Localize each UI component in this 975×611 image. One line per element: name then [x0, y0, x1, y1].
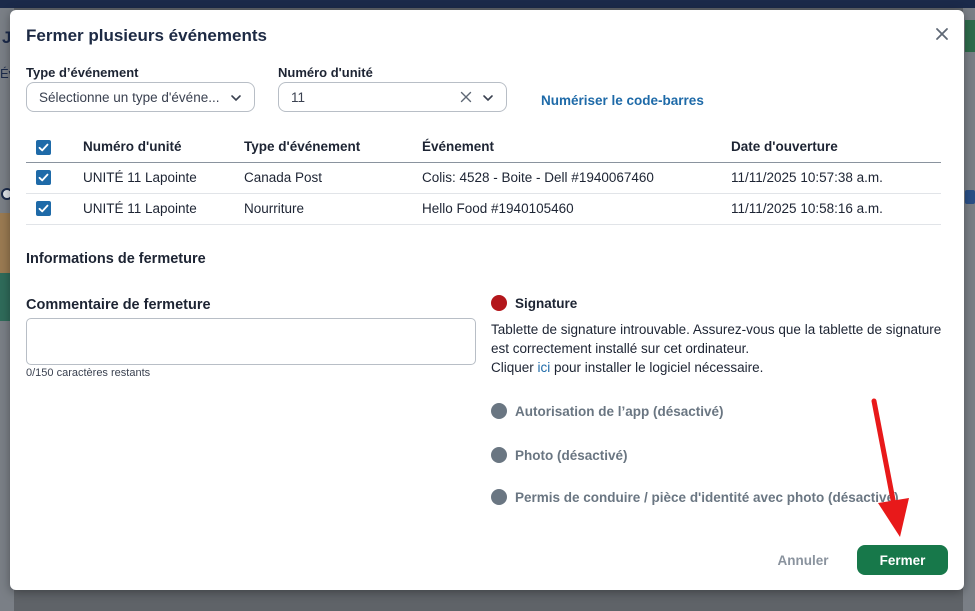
close-events-button[interactable]: Fermer [857, 545, 948, 575]
app-authorization-option: Autorisation de l’app (désactivé) [491, 403, 724, 419]
row-select-cell [26, 193, 83, 225]
signature-message: Tablette de signature introuvable. Assur… [491, 320, 951, 377]
column-header-type[interactable]: Type d'événement [244, 132, 422, 163]
cell-date: 11/11/2025 10:58:16 a.m. [731, 193, 941, 225]
cell-type: Canada Post [244, 162, 422, 194]
chevron-down-icon [483, 95, 493, 102]
unit-number-select[interactable]: 11 [278, 82, 507, 112]
signature-option-label: Signature [515, 295, 578, 311]
table-row[interactable]: UNITÉ 11 Lapointe Canada Post Colis: 452… [26, 162, 941, 194]
cell-event: Colis: 4528 - Boite - Dell #1940067460 [422, 162, 731, 194]
table-row[interactable]: UNITÉ 11 Lapointe Nourriture Hello Food … [26, 193, 941, 225]
table-header-row: Numéro d'unité Type d'événement Événemen… [26, 132, 941, 163]
column-header-date[interactable]: Date d'ouverture [731, 132, 941, 163]
cell-type: Nourriture [244, 193, 422, 225]
close-icon [936, 28, 948, 40]
closing-comment-input[interactable] [26, 318, 476, 365]
signature-status-dot [491, 295, 507, 311]
background-right-panel [963, 8, 975, 611]
photo-option: Photo (désactivé) [491, 447, 628, 463]
id-photo-option: Permis de conduire / pièce d'identité av… [491, 489, 899, 505]
background-select-fragment [965, 190, 975, 204]
checkbox-checked-icon [38, 174, 49, 182]
clear-icon[interactable] [460, 91, 472, 103]
signature-option[interactable]: Signature [491, 295, 577, 311]
dialog-close-button[interactable] [932, 24, 952, 44]
checkbox-checked-icon [38, 143, 49, 152]
event-type-select[interactable]: Sélectionne un type d'événe... [26, 82, 255, 112]
photo-dot [491, 447, 507, 463]
checkbox-checked-icon [38, 205, 49, 213]
id-photo-dot [491, 489, 507, 505]
column-header-event[interactable]: Événement [422, 132, 731, 163]
signature-install-prefix: Cliquer [491, 360, 538, 375]
signature-error-text: Tablette de signature introuvable. Assur… [491, 322, 942, 356]
select-all-checkbox[interactable] [36, 139, 51, 155]
id-photo-label: Permis de conduire / pièce d'identité av… [515, 489, 899, 505]
cancel-button[interactable]: Annuler [763, 545, 843, 575]
row-select-cell [26, 162, 83, 194]
closing-info-title: Informations de fermeture [26, 251, 206, 267]
row-checkbox[interactable] [36, 170, 51, 186]
select-all-cell [26, 132, 83, 163]
photo-label: Photo (désactivé) [515, 447, 628, 463]
row-checkbox[interactable] [36, 201, 51, 217]
events-table: Numéro d'unité Type d'événement Événemen… [26, 132, 941, 225]
app-authorization-dot [491, 403, 507, 419]
closing-comment-label: Commentaire de fermeture [26, 297, 211, 313]
background-top-bar [0, 0, 975, 8]
chevron-down-icon [231, 95, 241, 102]
scan-barcode-link[interactable]: Numériser le code-barres [541, 93, 704, 108]
app-authorization-label: Autorisation de l’app (désactivé) [515, 403, 724, 419]
event-type-label: Type d’événement [26, 65, 139, 80]
event-type-value: Sélectionne un type d'événe... [39, 89, 220, 105]
cell-event: Hello Food #1940105460 [422, 193, 731, 225]
install-software-link[interactable]: ici [538, 360, 551, 375]
column-header-unit[interactable]: Numéro d'unité [83, 132, 244, 163]
unit-number-value: 11 [291, 89, 306, 105]
close-events-dialog: Fermer plusieurs événements Type d’événe… [10, 10, 964, 590]
char-count: 0/150 caractères restants [26, 367, 151, 379]
background-button-fragment [965, 20, 975, 52]
cell-unit: UNITÉ 11 Lapointe [83, 193, 244, 225]
signature-install-suffix: pour installer le logiciel nécessaire. [550, 360, 764, 375]
unit-number-label: Numéro d'unité [278, 65, 373, 80]
cell-date: 11/11/2025 10:57:38 a.m. [731, 162, 941, 194]
dialog-title: Fermer plusieurs événements [26, 26, 267, 45]
red-arrow-annotation-icon [871, 398, 909, 537]
cell-unit: UNITÉ 11 Lapointe [83, 162, 244, 194]
